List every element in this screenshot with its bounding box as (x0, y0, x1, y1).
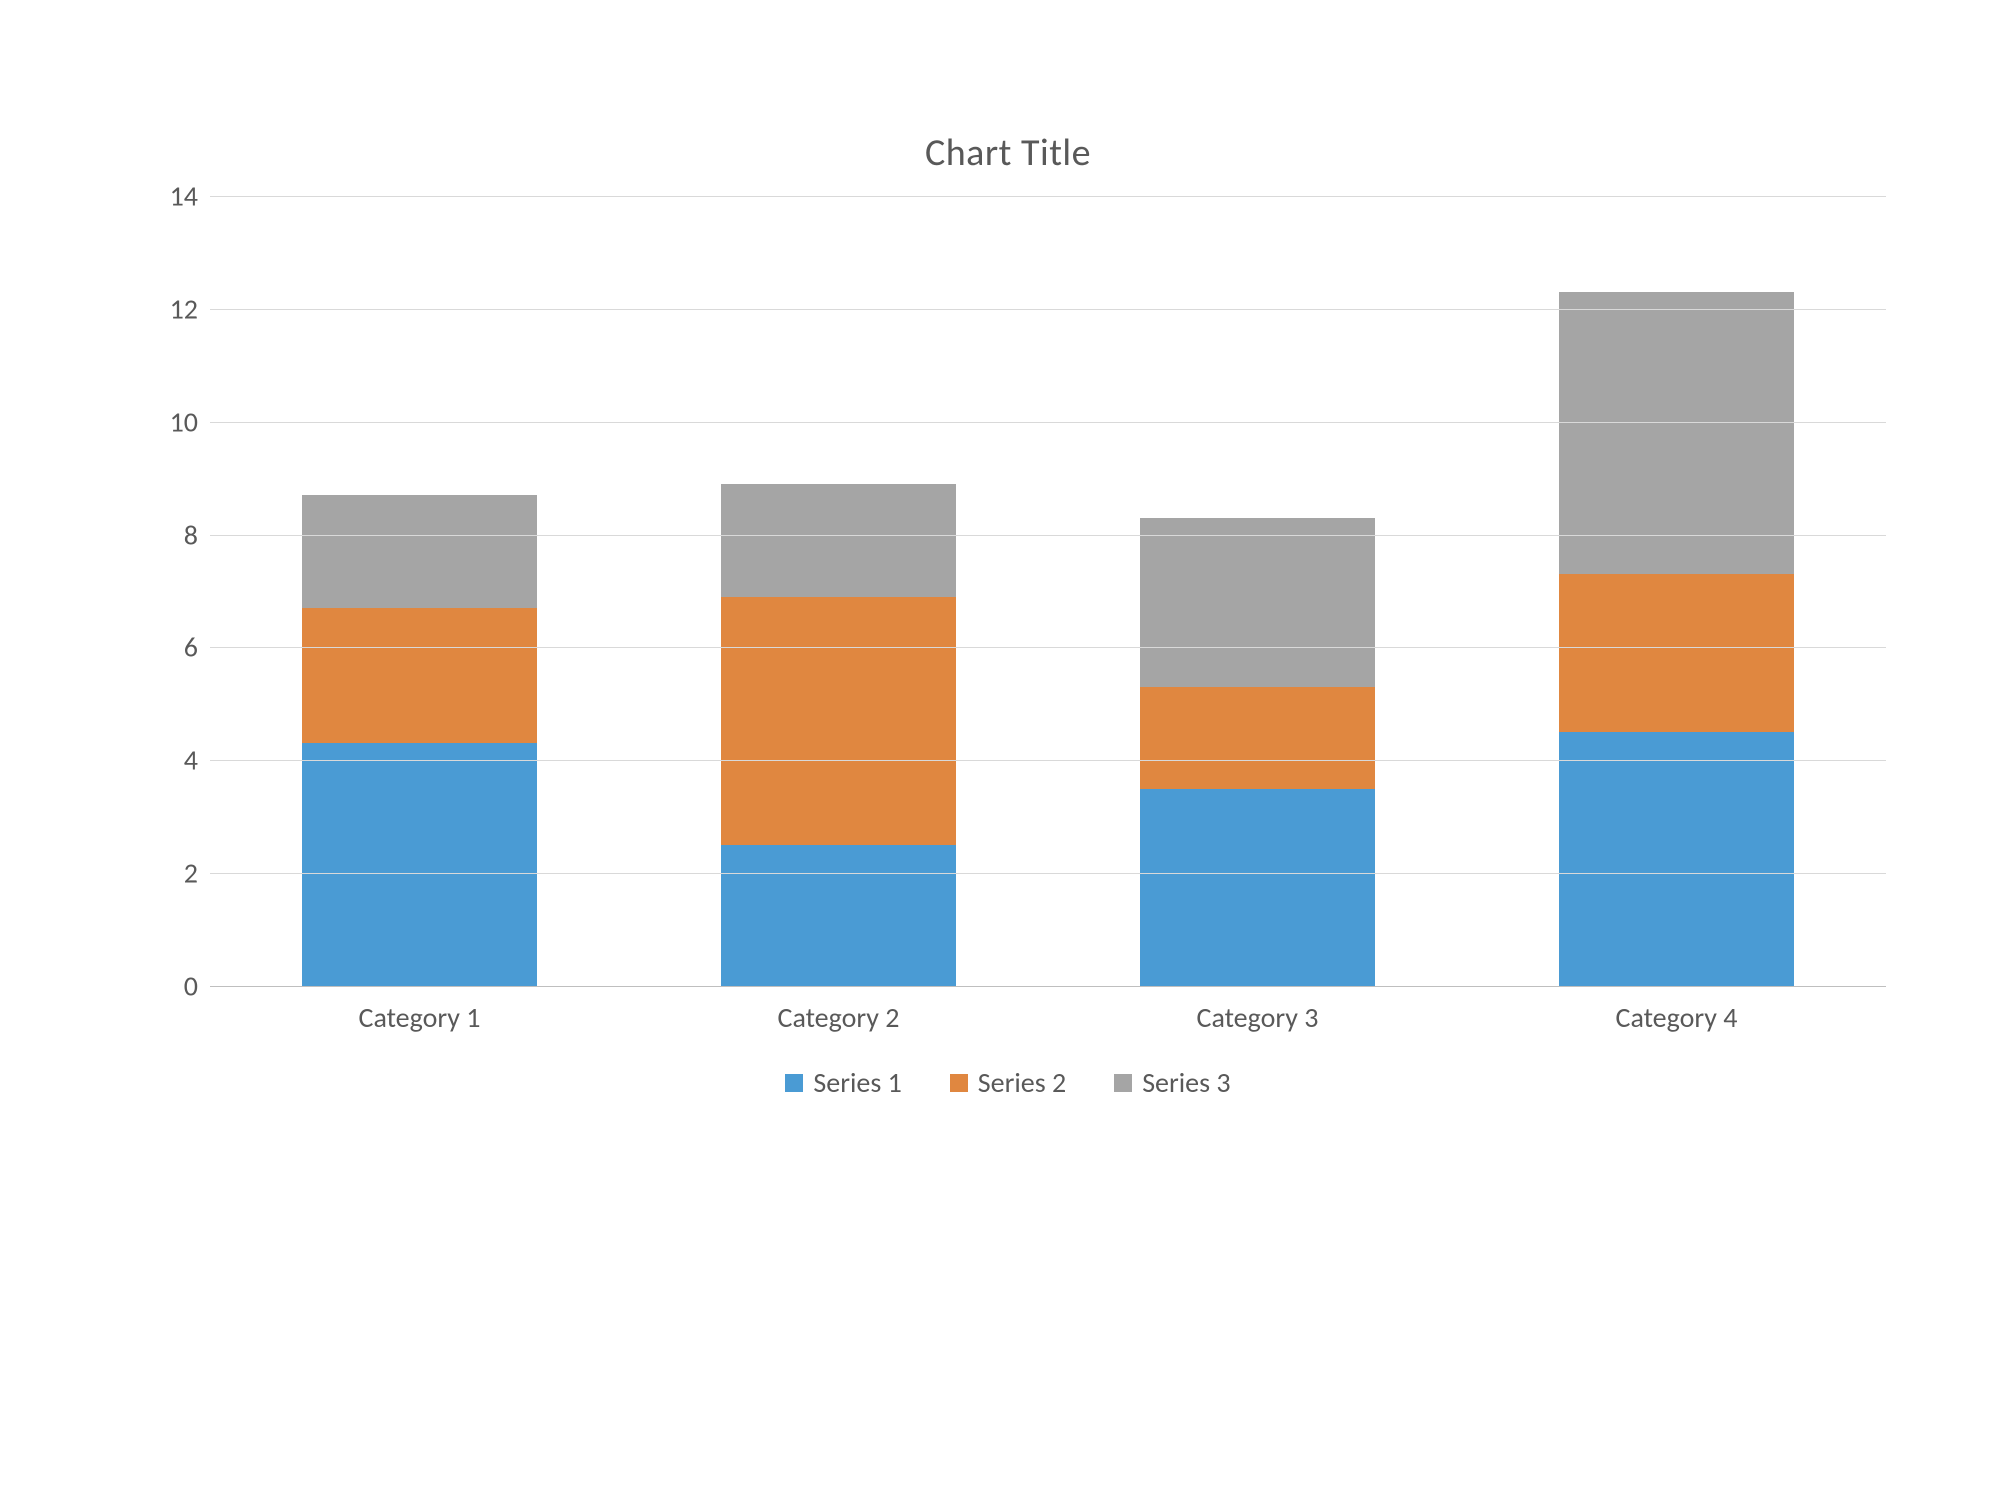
legend-label: Series 2 (978, 1065, 1066, 1100)
x-tick-label: Category 1 (210, 1000, 629, 1035)
legend-label: Series 1 (813, 1065, 901, 1100)
plot-area (210, 196, 1886, 987)
y-tick-label: 14 (170, 179, 198, 214)
legend-item: Series 3 (1114, 1065, 1230, 1100)
bar-segment (302, 608, 537, 743)
chart-container: Chart Title 02468101214 Category 1Catego… (130, 130, 1886, 1210)
stacked-bar (1140, 518, 1375, 986)
bar-segment (1140, 789, 1375, 986)
y-tick-label: 12 (170, 291, 198, 326)
bar-segment (302, 743, 537, 986)
gridline (210, 873, 1886, 874)
bar-segment (721, 484, 956, 597)
legend-swatch (1114, 1074, 1132, 1092)
legend: Series 1 Series 2 Series 3 (130, 1065, 1886, 1100)
bar-segment (1559, 574, 1794, 732)
gridline (210, 309, 1886, 310)
x-tick-label: Category 2 (629, 1000, 1048, 1035)
x-tick-label: Category 3 (1048, 1000, 1467, 1035)
bar-segment (1559, 732, 1794, 986)
stacked-bar (721, 484, 956, 986)
bar-slot (1048, 196, 1467, 986)
bar-slot (629, 196, 1048, 986)
gridline (210, 647, 1886, 648)
stacked-bar (302, 495, 537, 986)
bar-segment (302, 495, 537, 608)
bar-segment (1559, 292, 1794, 574)
plot-row: 02468101214 (130, 196, 1886, 986)
legend-item: Series 2 (950, 1065, 1066, 1100)
bar-slot (1467, 196, 1886, 986)
bar-segment (1140, 687, 1375, 789)
y-tick-label: 10 (170, 404, 198, 439)
legend-item: Series 1 (785, 1065, 901, 1100)
bar-segment (721, 597, 956, 845)
y-tick-label: 8 (184, 517, 198, 552)
legend-swatch (950, 1074, 968, 1092)
gridline (210, 760, 1886, 761)
stacked-bar (1559, 292, 1794, 986)
bar-segment (721, 845, 956, 986)
bars-layer (210, 196, 1886, 986)
y-tick-label: 2 (184, 856, 198, 891)
x-axis: Category 1Category 2Category 3Category 4 (210, 1000, 1886, 1035)
gridline (210, 422, 1886, 423)
y-axis: 02468101214 (130, 196, 210, 986)
bar-slot (210, 196, 629, 986)
x-tick-label: Category 4 (1467, 1000, 1886, 1035)
gridline (210, 535, 1886, 536)
y-tick-label: 4 (184, 743, 198, 778)
y-tick-label: 6 (184, 630, 198, 665)
y-tick-label: 0 (184, 969, 198, 1004)
legend-swatch (785, 1074, 803, 1092)
gridline (210, 196, 1886, 197)
legend-label: Series 3 (1142, 1065, 1230, 1100)
chart-title: Chart Title (130, 130, 1886, 176)
bar-segment (1140, 518, 1375, 687)
